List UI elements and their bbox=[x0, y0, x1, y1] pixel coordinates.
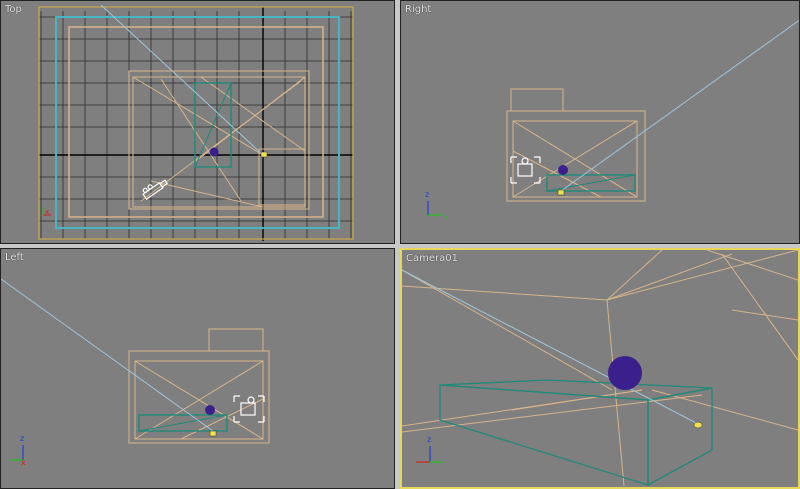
axis-z-label: z bbox=[425, 190, 429, 199]
left-view-canvas[interactable]: z x bbox=[1, 249, 395, 489]
camera-icon[interactable] bbox=[510, 156, 541, 184]
room-wireframe bbox=[128, 70, 310, 210]
cyan-frame bbox=[55, 16, 340, 229]
room-wireframe bbox=[402, 250, 798, 487]
axis-tripod: z y bbox=[425, 190, 449, 220]
viewport-camera[interactable]: Camera01 z bbox=[400, 248, 800, 489]
grid-axes bbox=[39, 7, 353, 241]
grid bbox=[39, 11, 353, 239]
sphere-object[interactable] bbox=[205, 405, 215, 415]
axis-tripod: z bbox=[416, 435, 444, 463]
sphere-object[interactable] bbox=[608, 356, 642, 390]
room-wireframe bbox=[506, 88, 646, 202]
sphere-object[interactable] bbox=[558, 165, 568, 175]
light-icon[interactable] bbox=[557, 189, 565, 196]
light-ray bbox=[1, 278, 214, 432]
top-view-canvas[interactable]: x bbox=[1, 1, 395, 244]
camera-icon[interactable] bbox=[141, 176, 169, 201]
teal-box bbox=[439, 379, 713, 487]
viewport-right[interactable]: Right z y bbox=[400, 0, 800, 244]
camera-view-canvas[interactable]: z bbox=[402, 250, 798, 487]
axis-z-label: z bbox=[427, 435, 431, 444]
axis-x-label: x bbox=[45, 208, 49, 216]
axis-y-label: y bbox=[444, 211, 449, 220]
axis-z-label: z bbox=[20, 434, 24, 443]
light-icon[interactable] bbox=[693, 421, 703, 429]
viewport-top[interactable]: Top x bbox=[0, 0, 395, 244]
sphere-object[interactable] bbox=[209, 147, 219, 157]
light-ray bbox=[402, 269, 703, 427]
axis-tripod: x bbox=[42, 207, 51, 216]
axis-tripod: z x bbox=[9, 434, 26, 467]
light-icon[interactable] bbox=[260, 151, 268, 158]
light-ray bbox=[560, 19, 799, 192]
camera-icon[interactable] bbox=[233, 395, 265, 423]
viewport-left[interactable]: Left z x bbox=[0, 248, 395, 489]
outer-frame bbox=[38, 6, 354, 240]
light-icon[interactable] bbox=[209, 430, 217, 437]
right-view-canvas[interactable]: z y bbox=[401, 1, 800, 244]
axis-x-label: x bbox=[21, 458, 26, 467]
